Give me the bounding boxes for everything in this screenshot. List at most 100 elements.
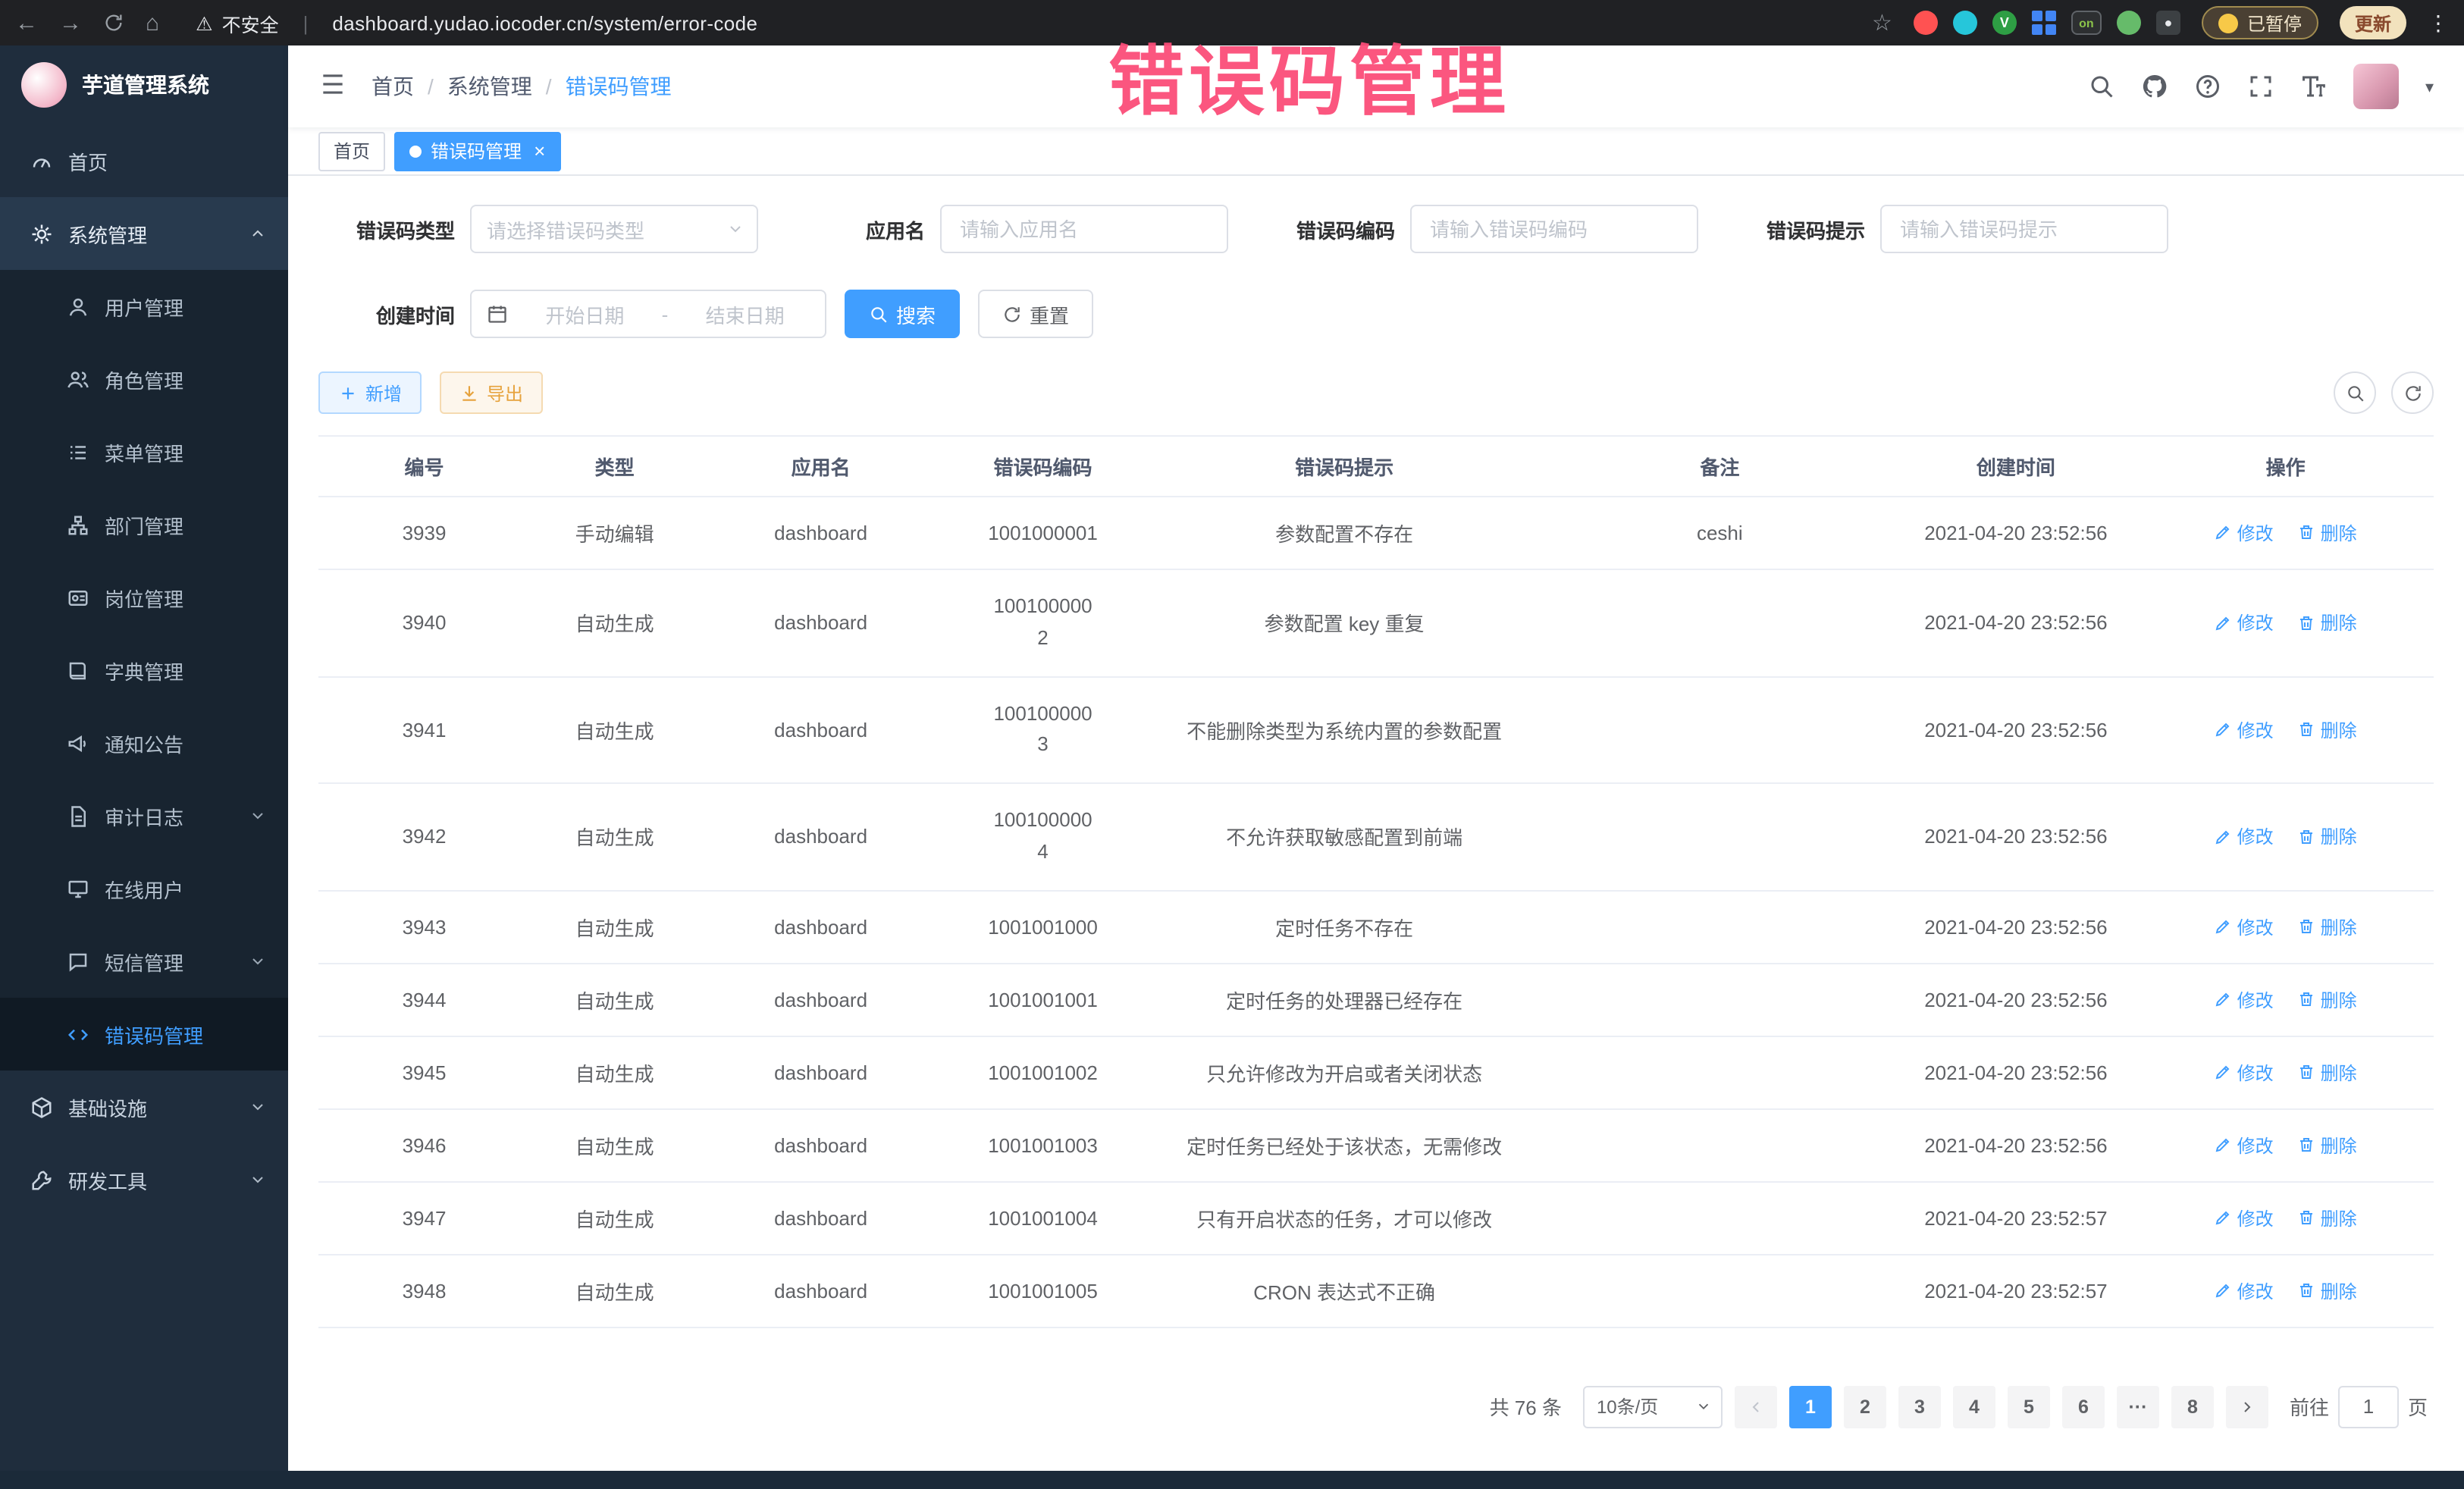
bookmark-star-icon[interactable]: ☆ (1872, 9, 1892, 36)
update-button[interactable]: 更新 (2340, 6, 2406, 39)
browser-back-icon[interactable]: ← (15, 11, 38, 34)
app-name-input[interactable] (957, 216, 1212, 242)
pager-page-2[interactable]: 2 (1844, 1386, 1886, 1428)
cell-code: 1001001003 (942, 1109, 1143, 1182)
browser-menu-icon[interactable]: ⋮ (2428, 10, 2449, 36)
edit-button[interactable]: 修改 (2215, 1205, 2274, 1230)
date-range-picker[interactable]: 开始日期 - 结束日期 (470, 290, 826, 338)
reset-button[interactable]: 重置 (978, 290, 1093, 338)
sidebar-item-label: 部门管理 (105, 510, 183, 539)
logo[interactable]: 芋道管理系统 (0, 45, 288, 124)
sidebar-item-audit-log[interactable]: 审计日志 (0, 779, 288, 852)
edit-button[interactable]: 修改 (2215, 914, 2274, 939)
breadcrumb-separator: / (428, 74, 434, 99)
pager-page-6[interactable]: 6 (2062, 1386, 2105, 1428)
fullscreen-icon[interactable] (2248, 73, 2275, 100)
pager-page-3[interactable]: 3 (1898, 1386, 1941, 1428)
sidebar-toggle-button[interactable] (318, 69, 347, 103)
tab-close-icon[interactable]: × (534, 141, 545, 161)
delete-button[interactable]: 删除 (2298, 716, 2357, 742)
pager-more-button[interactable]: ··· (2117, 1386, 2159, 1428)
edit-button[interactable]: 修改 (2215, 986, 2274, 1012)
add-button[interactable]: 新增 (318, 371, 422, 414)
tab-home[interactable]: 首页 (318, 131, 385, 171)
sidebar-item-infrastructure[interactable]: 基础设施 (0, 1071, 288, 1143)
delete-button[interactable]: 删除 (2298, 610, 2357, 635)
sidebar-item-error-code-management[interactable]: 错误码管理 (0, 998, 288, 1071)
next-page-button[interactable] (2226, 1386, 2268, 1428)
address-bar[interactable]: dashboard.yudao.iocoder.cn/system/error-… (332, 11, 757, 34)
extension-icon-6[interactable] (2117, 11, 2141, 35)
tab-error-code-management[interactable]: 错误码管理× (394, 131, 560, 171)
sidebar-item-menu-management[interactable]: 菜单管理 (0, 415, 288, 488)
sidebar-item-notice-announcement[interactable]: 通知公告 (0, 707, 288, 779)
prev-page-button[interactable] (1735, 1386, 1777, 1428)
browser-forward-icon[interactable]: → (59, 11, 82, 34)
avatar-caret-icon[interactable]: ▾ (2425, 77, 2434, 96)
extension-icon-7[interactable]: ● (2156, 11, 2180, 35)
cell-app: dashboard (699, 783, 942, 890)
extension-icon-1[interactable] (1914, 11, 1938, 35)
search-button[interactable]: 搜索 (845, 290, 960, 338)
edit-button[interactable]: 修改 (2215, 1277, 2274, 1303)
sidebar-item-post-management[interactable]: 岗位管理 (0, 561, 288, 634)
delete-button[interactable]: 删除 (2298, 1059, 2357, 1085)
delete-button[interactable]: 删除 (2298, 1132, 2357, 1158)
edit-button[interactable]: 修改 (2215, 520, 2274, 546)
breadcrumb-item[interactable]: 系统管理 (447, 71, 532, 102)
delete-button[interactable]: 删除 (2298, 520, 2357, 546)
browser-reload-icon[interactable] (103, 12, 124, 33)
delete-button[interactable]: 删除 (2298, 986, 2357, 1012)
edit-button[interactable]: 修改 (2215, 1059, 2274, 1085)
breadcrumb-item[interactable]: 首页 (371, 71, 414, 102)
cell-id: 3944 (318, 964, 530, 1036)
show-search-button[interactable] (2334, 371, 2376, 414)
extension-icon-2[interactable] (1953, 11, 1977, 35)
browser-home-icon[interactable]: ⌂ (146, 11, 159, 34)
search-icon[interactable] (2089, 73, 2116, 100)
extension-icon-4[interactable] (2032, 11, 2056, 35)
sidebar-item-user-management[interactable]: 用户管理 (0, 270, 288, 343)
extension-icon-3[interactable]: V (1992, 11, 2017, 35)
end-date-placeholder[interactable]: 结束日期 (680, 299, 810, 328)
table-row: 3945自动生成dashboard1001001002只允许修改为开启或者关闭状… (318, 1036, 2434, 1109)
page-size-select[interactable]: 10条/页 (1583, 1386, 1723, 1428)
sidebar-item-online-users[interactable]: 在线用户 (0, 852, 288, 925)
start-date-placeholder[interactable]: 开始日期 (520, 299, 650, 328)
sidebar-item-role-management[interactable]: 角色管理 (0, 343, 288, 415)
pager-page-5[interactable]: 5 (2008, 1386, 2050, 1428)
pager-page-1[interactable]: 1 (1789, 1386, 1832, 1428)
delete-button[interactable]: 删除 (2298, 1205, 2357, 1230)
refresh-table-button[interactable] (2391, 371, 2434, 414)
tree-icon (67, 513, 89, 536)
error-message-input[interactable] (1897, 216, 2152, 242)
help-icon[interactable] (2195, 73, 2222, 100)
sidebar-item-dict-management[interactable]: 字典管理 (0, 634, 288, 707)
github-icon[interactable] (2142, 73, 2169, 100)
sidebar-item-home[interactable]: 首页 (0, 124, 288, 197)
sidebar-item-system-management[interactable]: 系统管理 (0, 197, 288, 270)
font-size-icon[interactable] (2301, 73, 2328, 100)
sidebar-item-sms-management[interactable]: 短信管理 (0, 925, 288, 998)
pager-page-8[interactable]: 8 (2171, 1386, 2214, 1428)
delete-button[interactable]: 删除 (2298, 823, 2357, 849)
sidebar-item-dev-tools[interactable]: 研发工具 (0, 1143, 288, 1216)
pager-page-4[interactable]: 4 (1953, 1386, 1995, 1428)
sidebar-item-dept-management[interactable]: 部门管理 (0, 488, 288, 561)
error-type-select[interactable]: 请选择错误码类型 (470, 205, 758, 253)
delete-button[interactable]: 删除 (2298, 914, 2357, 939)
cell-created: 2021-04-20 23:52:56 (1895, 1036, 2138, 1109)
edit-button[interactable]: 修改 (2215, 610, 2274, 635)
edit-button[interactable]: 修改 (2215, 716, 2274, 742)
delete-button[interactable]: 删除 (2298, 1277, 2357, 1303)
edit-button[interactable]: 修改 (2215, 1132, 2274, 1158)
sidebar-item-label: 岗位管理 (105, 583, 183, 612)
export-button[interactable]: 导出 (440, 371, 543, 414)
edit-button[interactable]: 修改 (2215, 823, 2274, 849)
extension-icon-5[interactable]: on (2071, 11, 2102, 35)
security-indicator[interactable]: ⚠ 不安全 (196, 8, 278, 37)
avatar[interactable] (2354, 64, 2400, 109)
error-code-input[interactable] (1427, 216, 1682, 242)
paused-badge[interactable]: 已暂停 (2202, 6, 2318, 39)
goto-page-input[interactable] (2338, 1386, 2399, 1428)
